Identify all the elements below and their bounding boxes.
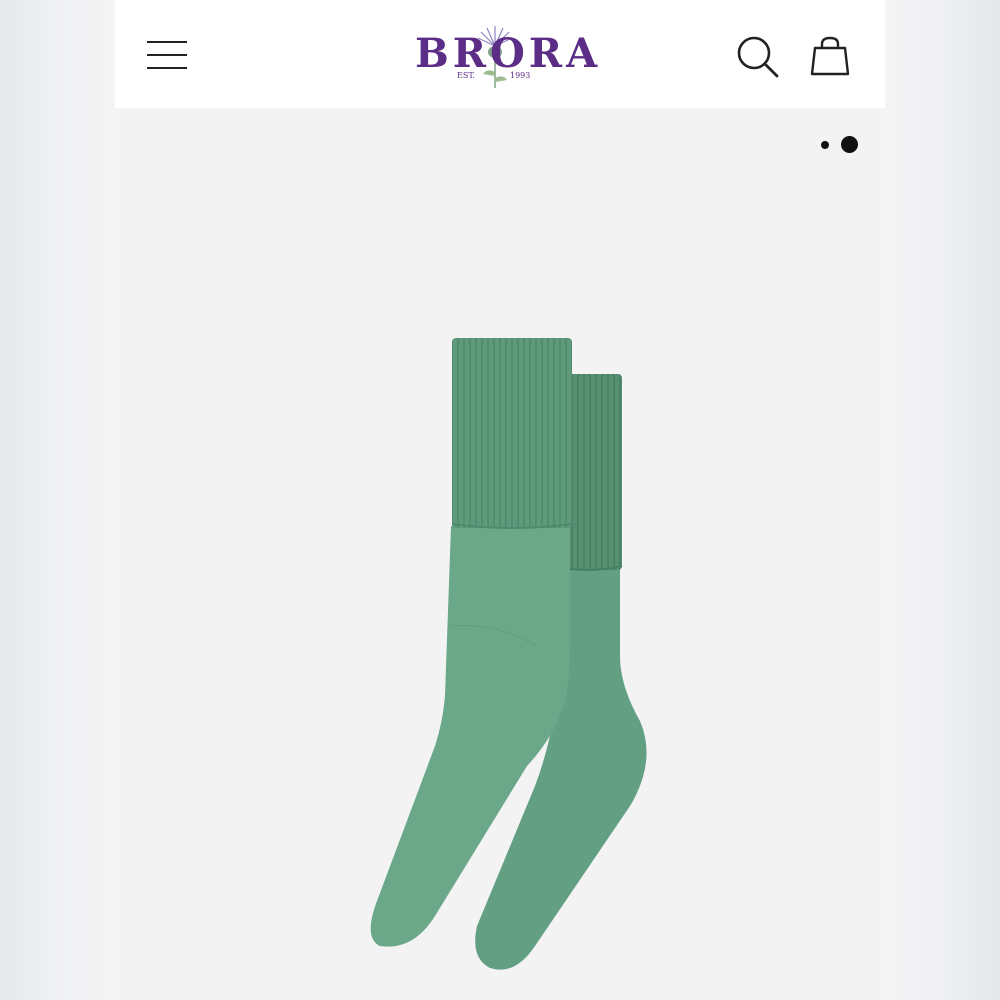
brand-logo[interactable]: BRORA EST. 1993: [405, 18, 597, 93]
product-image: [370, 338, 647, 970]
search-icon: [737, 36, 779, 78]
brand-est: EST.: [457, 71, 476, 80]
slide-dot-1[interactable]: [821, 141, 829, 149]
brand-name: BRORA: [415, 30, 602, 77]
menu-button[interactable]: [141, 33, 187, 77]
slide-indicator: [815, 136, 865, 156]
cart-button[interactable]: [807, 34, 853, 80]
shopping-bag-icon: [810, 36, 850, 76]
brand-year: 1993: [510, 71, 531, 80]
product-gallery[interactable]: [115, 108, 885, 1000]
search-button[interactable]: [735, 34, 781, 80]
page-frame: BRORA EST. 1993: [115, 0, 885, 1000]
slide-dot-2-active[interactable]: [841, 136, 858, 153]
site-header: BRORA EST. 1993: [115, 0, 885, 108]
